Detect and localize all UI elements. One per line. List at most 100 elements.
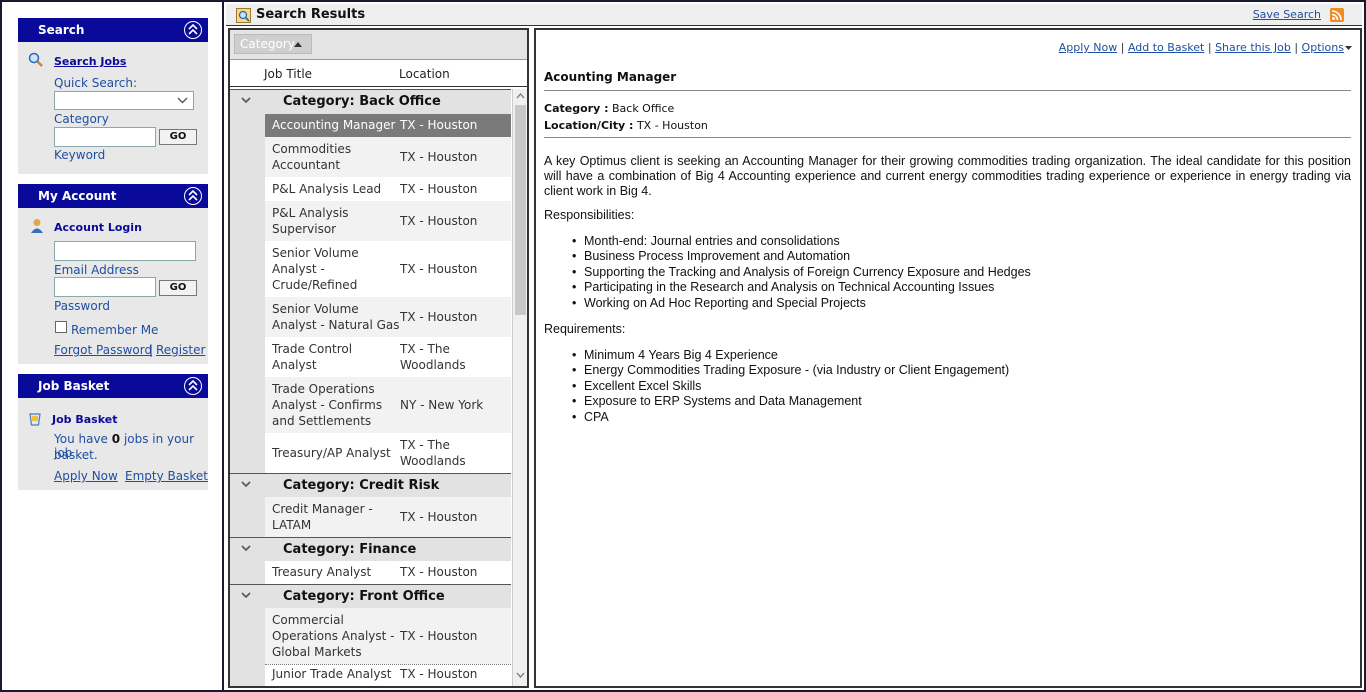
table-row[interactable]: Senior Volume Analyst - Natural Gas TX -… [265, 297, 511, 337]
job-title: Acounting Manager [544, 70, 677, 84]
email-field[interactable] [54, 241, 196, 261]
category-header-back-office[interactable]: Category: Back Office [230, 90, 511, 114]
apply-now-link[interactable]: Apply Now [1059, 41, 1118, 54]
list-item: Month-end: Journal entries and consolida… [572, 234, 1031, 250]
search-go-button[interactable]: GO [159, 129, 197, 145]
chevron-down-icon[interactable] [240, 478, 252, 490]
empty-basket-link[interactable]: Empty Basket [125, 469, 208, 483]
table-row[interactable]: P&L Analysis Supervisor TX - Houston [265, 201, 511, 241]
sidebar: Search Search Jobs Quick Search: Categor… [2, 2, 224, 690]
basket-icon [29, 413, 41, 426]
job-location: Location/City : TX - Houston [544, 119, 708, 132]
list-item: Participating in the Research and Analys… [572, 280, 1031, 296]
chevron-down-icon[interactable] [240, 589, 252, 601]
job-action-links: Apply Now | Add to Basket | Share this J… [1059, 41, 1352, 54]
link-separator: | [149, 343, 154, 357]
table-row[interactable]: Credit Manager - LATAM TX - Houston [265, 497, 511, 537]
results-scrollbar[interactable] [512, 89, 527, 686]
account-panel: My Account Account Login Email Address G… [18, 184, 208, 364]
collapse-icon[interactable] [184, 377, 202, 395]
grouping-bar: Category [230, 30, 527, 60]
options-menu[interactable]: Options [1302, 41, 1344, 54]
search-panel: Search Search Jobs Quick Search: Categor… [18, 18, 208, 174]
user-icon [31, 219, 43, 233]
search-panel-title: Search [38, 23, 85, 37]
scroll-down-icon[interactable] [516, 672, 525, 678]
results-list-pane: Category Job Title Location Category: Ba… [228, 28, 529, 688]
job-detail-pane: Apply Now | Add to Basket | Share this J… [534, 28, 1362, 688]
save-search-link[interactable]: Save Search [1253, 8, 1321, 21]
account-login-link[interactable]: Account Login [54, 221, 142, 234]
collapse-icon[interactable] [184, 21, 202, 39]
column-headers: Job Title Location [230, 61, 527, 87]
category-group-pill[interactable]: Category [234, 34, 312, 54]
basket-status-line2: basket. [54, 448, 98, 462]
category-label: Category [54, 112, 109, 126]
collapse-icon[interactable] [184, 187, 202, 205]
quick-search-label: Quick Search: [54, 76, 138, 90]
requirements-list: Minimum 4 Years Big 4 Experience Energy … [572, 348, 1009, 426]
requirements-heading: Requirements: [544, 322, 626, 336]
login-go-button[interactable]: GO [159, 280, 197, 296]
basket-panel: Job Basket Job Basket You have 0 jobs in… [18, 374, 208, 490]
list-item: Supporting the Tracking and Analysis of … [572, 265, 1031, 281]
job-category: Category : Back Office [544, 102, 675, 115]
search-jobs-link[interactable]: Search Jobs [54, 55, 126, 68]
category-label: Category: Front Office [283, 589, 445, 604]
chevron-down-icon [177, 97, 188, 104]
list-item: Energy Commodities Trading Exposure - (v… [572, 363, 1009, 379]
category-header-credit-risk[interactable]: Category: Credit Risk [230, 473, 511, 497]
category-label: Category: Credit Risk [283, 478, 440, 493]
search-icon [28, 52, 43, 67]
scroll-up-icon[interactable] [516, 93, 525, 99]
list-item: Working on Ad Hoc Reporting and Special … [572, 296, 1031, 312]
table-row[interactable]: Commodities Accountant TX - Houston [265, 137, 511, 177]
scroll-thumb[interactable] [515, 105, 526, 315]
quick-search-select[interactable] [54, 91, 194, 110]
search-results-icon [236, 8, 251, 23]
remember-me-label: Remember Me [71, 323, 159, 337]
table-row[interactable]: Junior Trade Analyst TX - Houston [265, 664, 511, 686]
apply-now-link[interactable]: Apply Now [54, 469, 118, 483]
category-label: Category: Finance [283, 542, 417, 557]
responsibilities-list: Month-end: Journal entries and consolida… [572, 234, 1031, 312]
job-basket-link[interactable]: Job Basket [52, 413, 117, 426]
col-header-title[interactable]: Job Title [264, 67, 312, 81]
search-panel-header: Search [18, 18, 208, 42]
forgot-password-link[interactable]: Forgot Password [54, 343, 152, 357]
add-to-basket-link[interactable]: Add to Basket [1128, 41, 1204, 54]
basket-panel-title: Job Basket [38, 379, 110, 393]
table-row[interactable]: Commercial Operations Analyst - Global M… [265, 608, 511, 664]
rss-icon[interactable] [1330, 8, 1344, 22]
divider [544, 90, 1351, 91]
table-row[interactable]: Trade Operations Analyst - Confirms and … [265, 377, 511, 433]
col-header-location[interactable]: Location [399, 67, 450, 81]
category-input[interactable] [54, 127, 156, 147]
table-row[interactable]: Treasury/AP Analyst TX - The Woodlands [265, 433, 511, 473]
remember-me-checkbox[interactable] [55, 321, 67, 333]
basket-panel-header: Job Basket [18, 374, 208, 398]
table-row[interactable]: Senior Volume Analyst - Crude/Refined TX… [265, 241, 511, 297]
chevron-down-icon[interactable] [240, 94, 252, 106]
job-description: A key Optimus client is seeking an Accou… [544, 154, 1351, 198]
category-header-front-office[interactable]: Category: Front Office [230, 584, 511, 608]
keyword-label: Keyword [54, 148, 106, 162]
account-panel-title: My Account [38, 189, 117, 203]
basket-count: 0 [111, 432, 121, 446]
category-header-finance[interactable]: Category: Finance [230, 537, 511, 561]
password-field[interactable] [54, 277, 156, 297]
list-item: CPA [572, 410, 1009, 426]
password-label: Password [54, 299, 111, 313]
email-label: Email Address [54, 263, 139, 277]
list-item: Business Process Improvement and Automat… [572, 249, 1031, 265]
results-title: Search Results [256, 7, 366, 22]
chevron-down-icon [1345, 46, 1352, 50]
responsibilities-heading: Responsibilities: [544, 208, 635, 222]
register-link[interactable]: Register [156, 343, 205, 357]
table-row[interactable]: P&L Analysis Lead TX - Houston [265, 177, 511, 201]
table-row[interactable]: Trade Control Analyst TX - The Woodlands [265, 337, 511, 377]
chevron-down-icon[interactable] [240, 542, 252, 554]
share-job-link[interactable]: Share this Job [1215, 41, 1291, 54]
table-row[interactable]: Accounting Manager TX - Houston [265, 114, 511, 137]
table-row[interactable]: Treasury Analyst TX - Houston [265, 561, 511, 584]
